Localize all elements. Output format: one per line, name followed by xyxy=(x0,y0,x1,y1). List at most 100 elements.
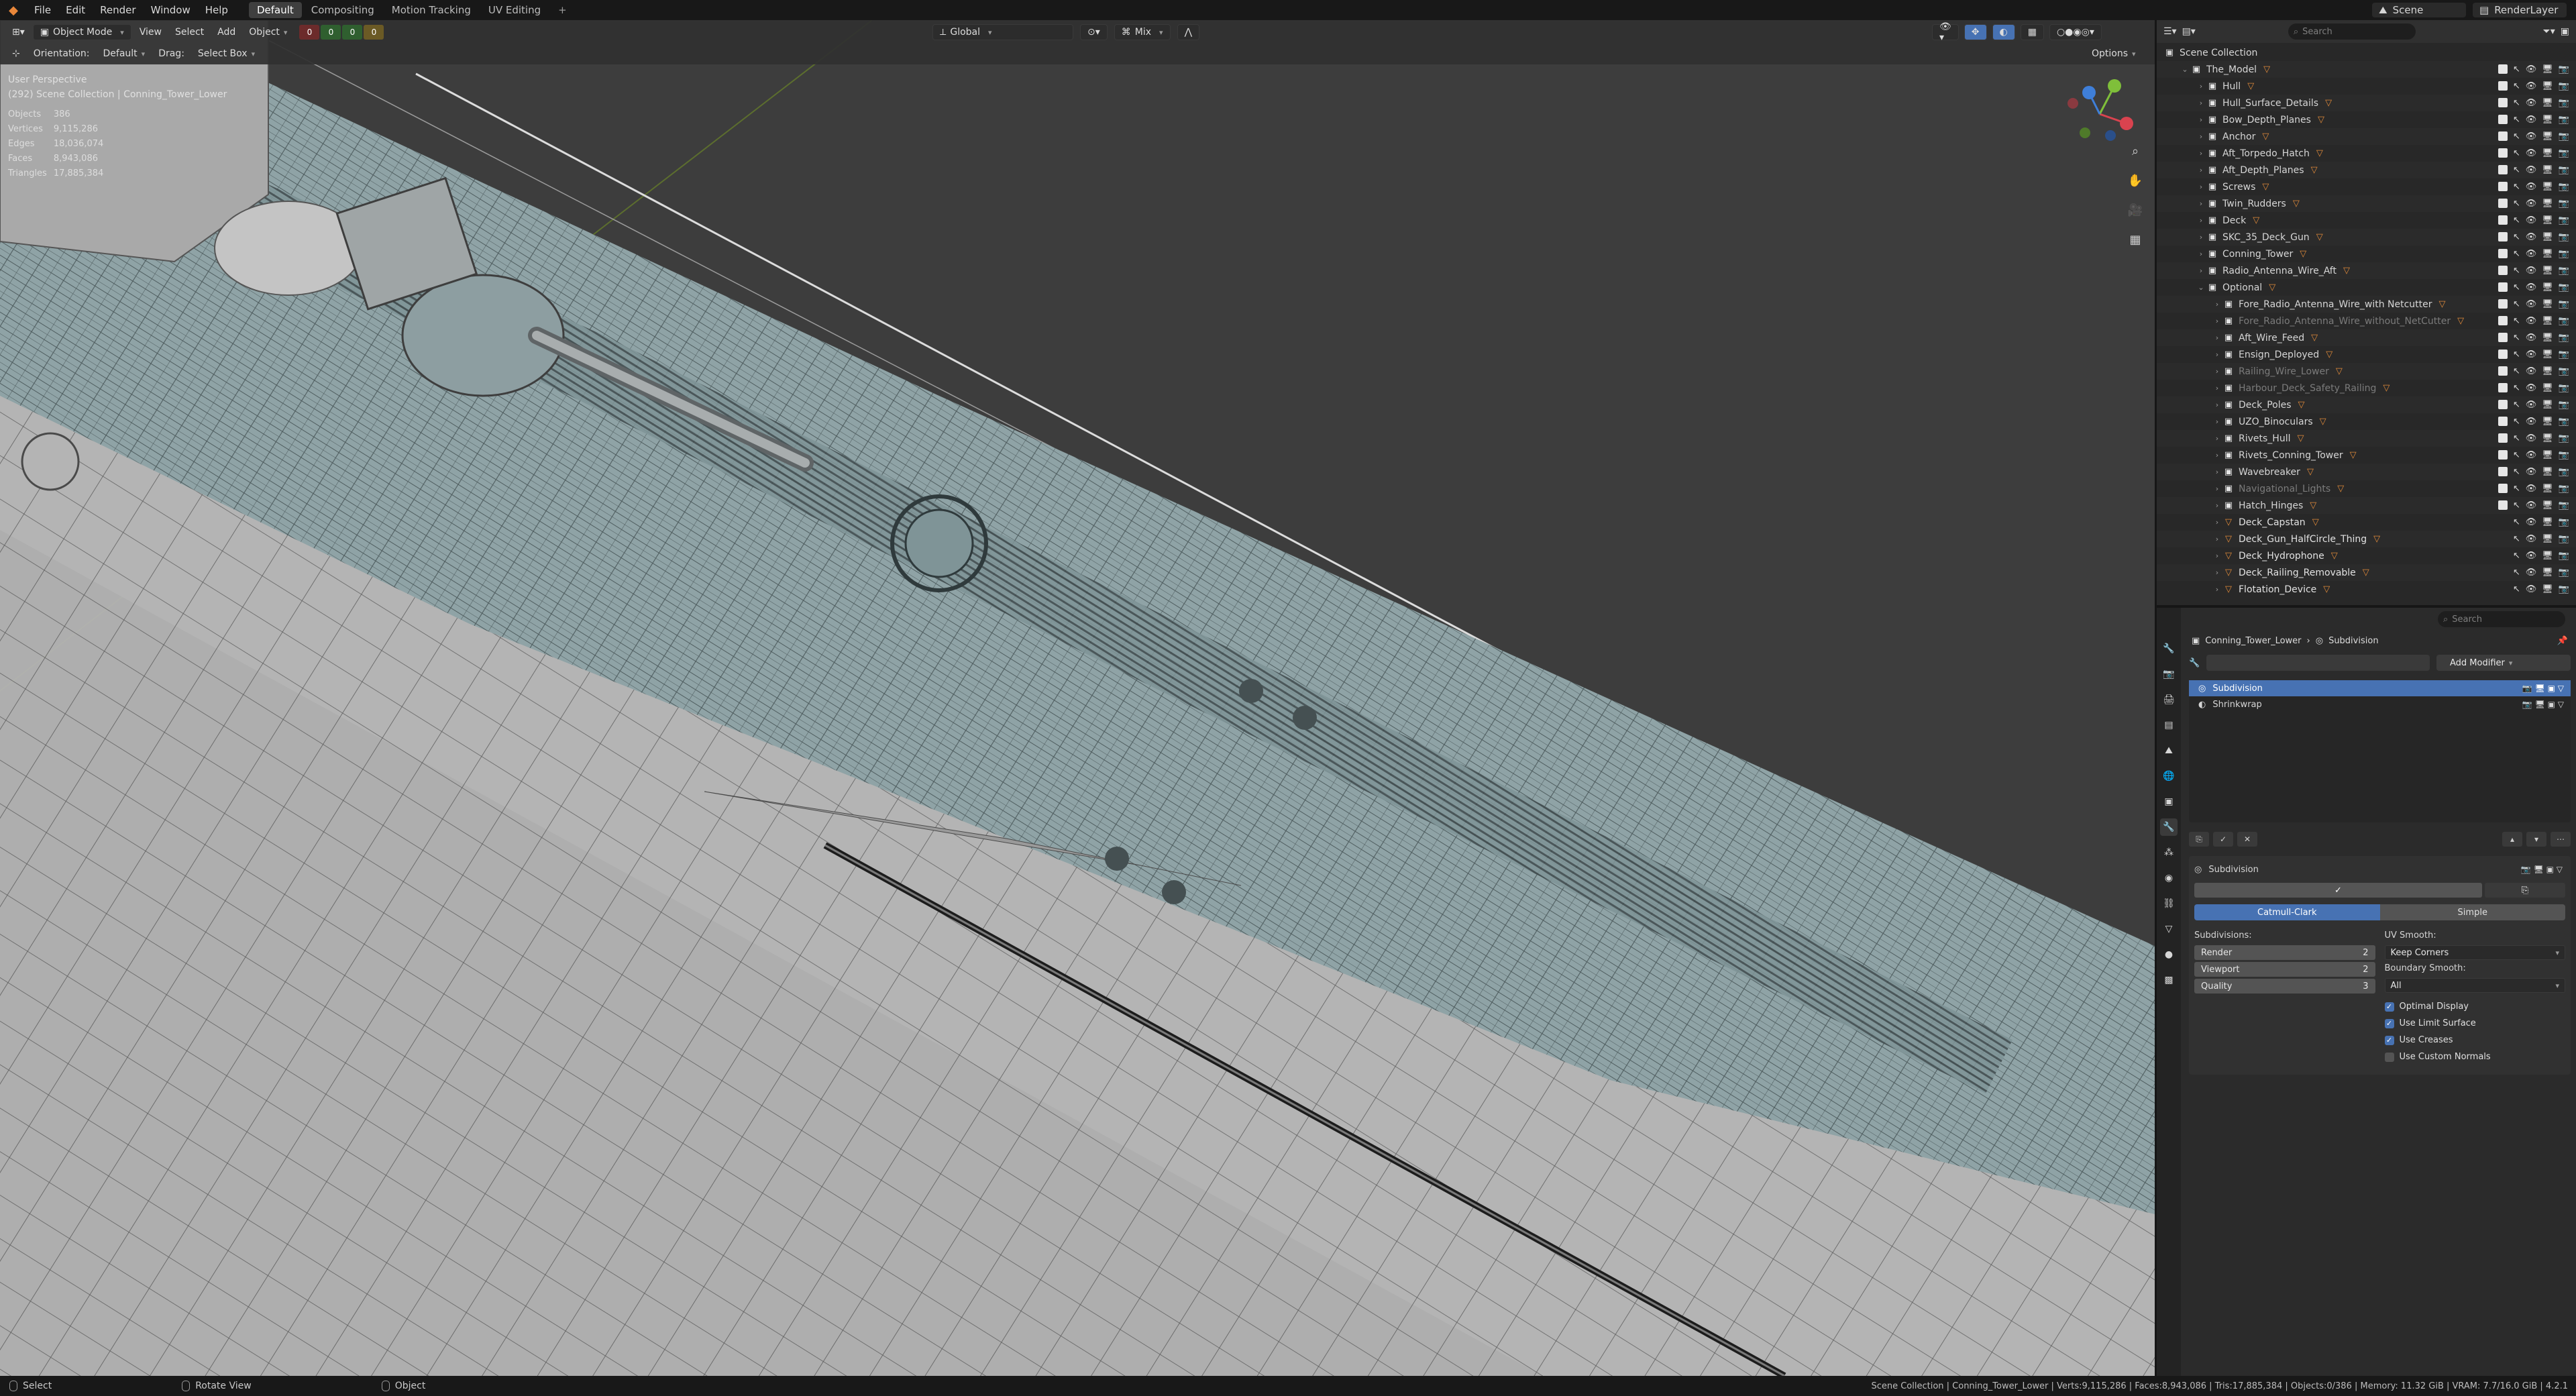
eye-icon[interactable]: 👁 xyxy=(2526,232,2537,242)
exclude-checkbox[interactable] xyxy=(2498,115,2508,124)
eye-icon[interactable]: 👁 xyxy=(2526,115,2537,125)
outliner-restriction-toggles[interactable]: ↖ 👁 🖥 📷 xyxy=(2498,568,2569,578)
outliner-restriction-toggles[interactable]: ↖ 👁 🖥 📷 xyxy=(2498,551,2569,561)
viewport-display-icon[interactable]: 🖥 xyxy=(2542,81,2553,91)
viewport-display-icon[interactable]: 🖥 xyxy=(2542,282,2553,292)
selectable-icon[interactable]: ↖ xyxy=(2513,433,2520,443)
eye-icon[interactable]: 👁 xyxy=(2526,81,2537,91)
exclude-checkbox[interactable] xyxy=(2498,333,2508,342)
selectable-icon[interactable]: ↖ xyxy=(2513,551,2520,561)
options-menu[interactable]: Options xyxy=(2086,46,2141,62)
exclude-checkbox[interactable] xyxy=(2498,400,2508,409)
exclude-checkbox[interactable] xyxy=(2498,316,2508,325)
outliner-item[interactable]: › ▣ Aft_Torpedo_Hatch ▽ ↖ 👁 🖥 📷 xyxy=(2157,145,2576,162)
object-tab-icon[interactable]: ▣ xyxy=(2160,793,2178,810)
render-tab-icon[interactable]: 📷 xyxy=(2160,665,2178,683)
workspace-tab-uv-editing[interactable]: UV Editing xyxy=(480,2,549,18)
exclude-checkbox[interactable] xyxy=(2498,417,2508,426)
chevron-right-icon[interactable]: › xyxy=(2212,317,2222,325)
outliner-restriction-toggles[interactable]: ↖ 👁 🖥 📷 xyxy=(2498,232,2569,242)
eye-icon[interactable]: 👁 xyxy=(2526,400,2537,410)
exclude-checkbox[interactable] xyxy=(2498,266,2508,275)
layer-toggle-red[interactable]: 0 xyxy=(299,25,320,40)
chevron-right-icon[interactable]: › xyxy=(2196,99,2206,107)
chevron-right-icon[interactable]: › xyxy=(2196,149,2206,158)
render-icon[interactable]: 📷 xyxy=(2559,433,2569,443)
outliner-restriction-toggles[interactable]: ↖ 👁 🖥 📷 xyxy=(2498,467,2569,477)
selectable-icon[interactable]: ↖ xyxy=(2513,182,2520,192)
exclude-checkbox[interactable] xyxy=(2498,215,2508,225)
viewport-display-icon[interactable]: 🖥 xyxy=(2542,568,2553,578)
render-icon[interactable]: 📷 xyxy=(2559,534,2569,544)
render-icon[interactable]: 📷 xyxy=(2559,350,2569,360)
chevron-right-icon[interactable]: › xyxy=(2212,518,2222,527)
viewport-display-icon[interactable]: 🖥 xyxy=(2542,333,2553,343)
render-icon[interactable]: 📷 xyxy=(2559,115,2569,125)
chevron-right-icon[interactable]: › xyxy=(2212,585,2222,594)
checkbox-row[interactable]: ✓ Optimal Display xyxy=(2384,998,2566,1015)
ortho-toggle-icon[interactable]: ▦ xyxy=(2125,229,2145,250)
outliner-item[interactable]: ⌄ ▣ The_Model ▽ ↖ 👁 🖥 📷 xyxy=(2157,61,2576,78)
outliner-restriction-toggles[interactable]: ↖ 👁 🖥 📷 xyxy=(2498,131,2569,142)
viewport-display-icon[interactable]: 🖥 xyxy=(2542,500,2553,511)
viewport-display-icon[interactable]: 🖥 xyxy=(2542,215,2553,225)
eye-icon[interactable]: 👁 xyxy=(2526,282,2537,292)
outliner-item[interactable]: › ▣ Aft_Wire_Feed ▽ ↖ 👁 🖥 📷 xyxy=(2157,329,2576,346)
move-down-icon[interactable]: ▾ xyxy=(2526,832,2546,847)
viewport-display-icon[interactable]: 🖥 xyxy=(2542,366,2553,376)
viewport-levels-field[interactable]: Viewport 2 xyxy=(2194,962,2375,977)
chevron-down-icon[interactable]: ⌄ xyxy=(2196,283,2206,292)
menu-render[interactable]: Render xyxy=(93,0,143,20)
render-icon[interactable]: 📷 xyxy=(2559,98,2569,108)
3d-viewport[interactable] xyxy=(0,20,2155,1376)
snap-selector[interactable]: ⌘ Mix xyxy=(1114,24,1171,40)
apply-modifier-icon[interactable]: ✓ xyxy=(2213,832,2233,847)
render-icon[interactable]: 📷 xyxy=(2559,467,2569,477)
render-icon[interactable]: 📷 xyxy=(2559,333,2569,343)
checkbox[interactable]: ✓ xyxy=(2384,1002,2394,1012)
outliner-item[interactable]: › ▽ Deck_Railing_Removable ▽ ↖ 👁 🖥 📷 xyxy=(2157,564,2576,581)
chevron-right-icon[interactable]: › xyxy=(2196,115,2206,124)
render-icon[interactable]: 📷 xyxy=(2559,81,2569,91)
exclude-checkbox[interactable] xyxy=(2498,350,2508,359)
selectable-icon[interactable]: ↖ xyxy=(2513,282,2520,292)
chevron-right-icon[interactable]: › xyxy=(2212,350,2222,359)
xray-toggle-icon[interactable]: ▦ xyxy=(2020,24,2044,40)
panel-name-field[interactable]: Subdivision xyxy=(2208,865,2259,875)
constraints-tab-icon[interactable]: ⛓ xyxy=(2160,895,2178,912)
overlay-toggle-icon[interactable]: ◐ xyxy=(1992,24,2015,40)
texture-tab-icon[interactable]: ▩ xyxy=(2160,971,2178,989)
chevron-right-icon[interactable]: › xyxy=(2212,451,2222,460)
outliner-item[interactable]: › ▽ Deck_Hydrophone ▽ ↖ 👁 🖥 📷 xyxy=(2157,547,2576,564)
viewport-display-icon[interactable]: 🖥 xyxy=(2542,551,2553,561)
outliner-item[interactable]: › ▣ Deck ▽ ↖ 👁 🖥 📷 xyxy=(2157,212,2576,229)
copy-icon[interactable]: ⎘ xyxy=(2485,883,2565,898)
viewport-display-icon[interactable]: 🖥 xyxy=(2542,64,2553,74)
outliner-item[interactable]: › ▣ Radio_Antenna_Wire_Aft ▽ ↖ 👁 🖥 📷 xyxy=(2157,262,2576,279)
outliner-item[interactable]: › ▣ Wavebreaker ▽ ↖ 👁 🖥 📷 xyxy=(2157,464,2576,480)
selectable-icon[interactable]: ↖ xyxy=(2513,232,2520,242)
outliner-item[interactable]: › ▣ Railing_Wire_Lower ▽ ↖ 👁 🖥 📷 xyxy=(2157,363,2576,380)
outliner-item[interactable]: › ▣ Deck_Poles ▽ ↖ 👁 🖥 📷 xyxy=(2157,396,2576,413)
eye-icon[interactable]: 👁 xyxy=(2526,517,2537,527)
copy-modifier-icon[interactable]: ⎘ xyxy=(2189,832,2209,847)
outliner-restriction-toggles[interactable]: ↖ 👁 🖥 📷 xyxy=(2498,182,2569,192)
modifier-item-subdivision[interactable]: ◎ Subdivision 📷 🖥 ▣ ▽ xyxy=(2189,680,2571,696)
outliner-restriction-toggles[interactable]: ↖ 👁 🖥 📷 xyxy=(2498,98,2569,108)
camera-view-icon[interactable]: 🎥 xyxy=(2125,200,2145,220)
viewport-display-icon[interactable]: 🖥 xyxy=(2542,350,2553,360)
outliner-item[interactable]: › ▣ Twin_Rudders ▽ ↖ 👁 🖥 📷 xyxy=(2157,195,2576,212)
viewport-display-icon[interactable]: 🖥 xyxy=(2542,383,2553,393)
outliner-item[interactable]: › ▣ Fore_Radio_Antenna_Wire_without_NetCut… xyxy=(2157,313,2576,329)
outliner-restriction-toggles[interactable]: ↖ 👁 🖥 📷 xyxy=(2498,350,2569,360)
viewport-display-icon[interactable]: 🖥 xyxy=(2542,450,2553,460)
render-icon[interactable]: 📷 xyxy=(2559,584,2569,594)
chevron-right-icon[interactable]: › xyxy=(2212,484,2222,493)
tool-tab-icon[interactable]: 🔧 xyxy=(2160,640,2178,657)
chevron-right-icon[interactable]: › xyxy=(2212,417,2222,426)
properties-search[interactable]: ⌕ Search xyxy=(2438,611,2565,627)
selectable-icon[interactable]: ↖ xyxy=(2513,115,2520,125)
proportional-editing-icon[interactable]: ⋀ xyxy=(1177,24,1200,40)
apply-icon[interactable]: ✓ xyxy=(2194,883,2482,898)
render-icon[interactable]: 📷 xyxy=(2559,517,2569,527)
